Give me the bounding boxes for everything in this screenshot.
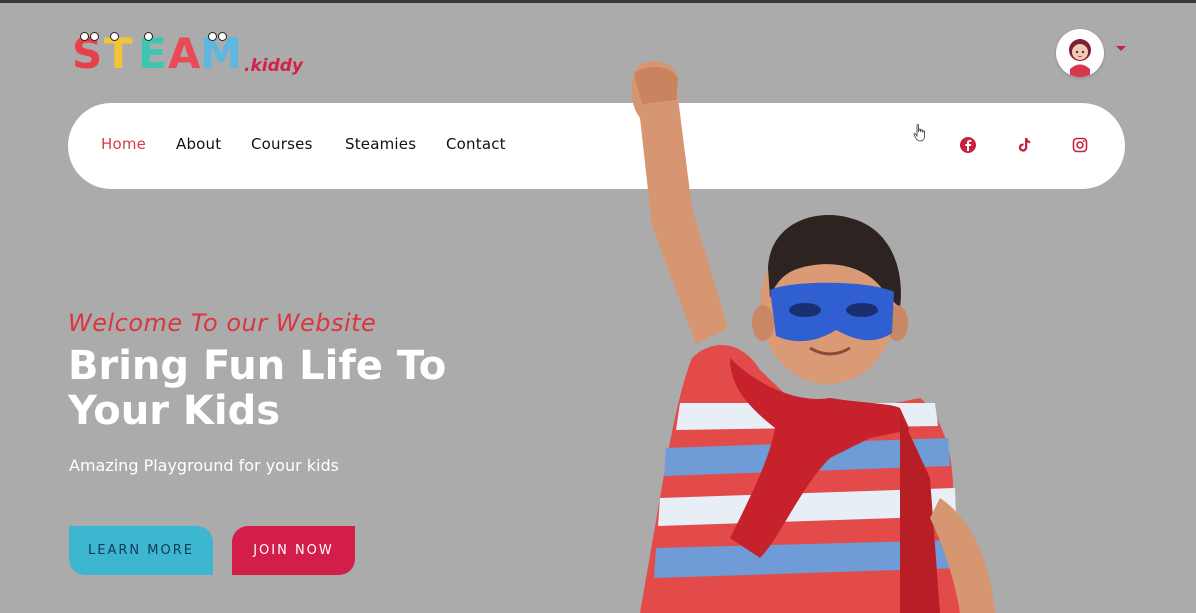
site-logo[interactable]: S T E A M .kiddy: [72, 30, 312, 82]
window-top-border: [0, 0, 1196, 3]
logo-eye-icon: [80, 32, 89, 41]
user-avatar[interactable]: [1056, 29, 1104, 77]
join-now-button[interactable]: JOIN NOW: [232, 526, 355, 575]
logo-eye-icon: [144, 32, 153, 41]
hero-subtitle: Amazing Playground for your kids: [69, 456, 339, 475]
user-menu-caret-icon[interactable]: [1116, 46, 1126, 51]
instagram-icon[interactable]: [1071, 136, 1089, 154]
logo-eye-icon: [90, 32, 99, 41]
logo-letter-a: A: [168, 29, 201, 78]
nav-courses[interactable]: Courses: [251, 135, 313, 153]
logo-tld: .kiddy: [244, 56, 304, 76]
hero-welcome-text: Welcome To our Website: [68, 309, 377, 337]
logo-eye-icon: [110, 32, 119, 41]
learn-more-button[interactable]: LEARN MORE: [69, 526, 213, 575]
nav-steamies[interactable]: Steamies: [345, 135, 416, 153]
hero-title: Bring Fun Life To Your Kids: [68, 343, 447, 434]
logo-eye-icon: [218, 32, 227, 41]
nav-home[interactable]: Home: [101, 135, 146, 153]
logo-eye-icon: [208, 32, 217, 41]
hero-kid-image: [631, 61, 995, 613]
avatar-girl-icon: [1069, 39, 1091, 77]
nav-about[interactable]: About: [176, 135, 221, 153]
nav-contact[interactable]: Contact: [446, 135, 506, 153]
